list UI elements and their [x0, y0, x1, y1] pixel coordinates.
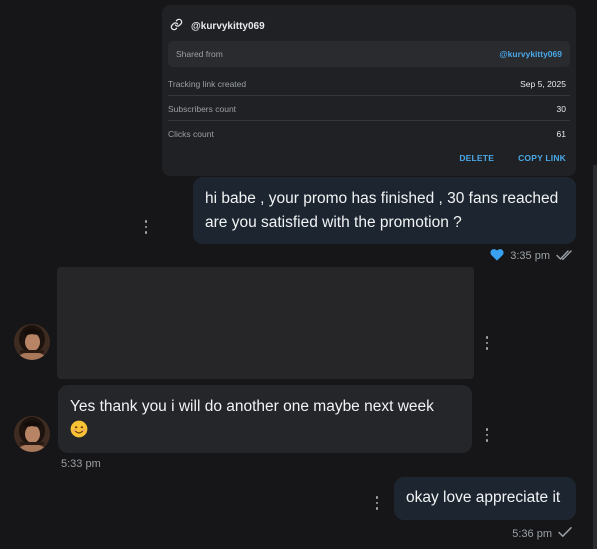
- message-options-icon[interactable]: [482, 336, 492, 350]
- outgoing-message-bubble[interactable]: okay love appreciate it: [394, 477, 576, 520]
- tracking-actions: DELETE COPY LINK: [459, 153, 566, 163]
- shared-from-value[interactable]: @kurvykitty069: [499, 49, 562, 59]
- shared-from-label: Shared from: [176, 49, 223, 59]
- heart-icon[interactable]: [490, 248, 504, 264]
- smile-emoji-icon: [70, 419, 460, 443]
- check-icon: [558, 526, 572, 541]
- tracking-link-header: @kurvykitty069: [170, 17, 265, 35]
- clicks-count-row: Clicks count 61: [168, 122, 570, 146]
- row-label: Clicks count: [168, 129, 214, 139]
- message-meta: 3:35 pm: [490, 248, 574, 264]
- copy-link-button[interactable]: COPY LINK: [518, 153, 566, 163]
- message-text-line: are you satisfied with the promotion ?: [205, 214, 462, 231]
- message-meta: 5:36 pm: [512, 526, 572, 541]
- media-message[interactable]: [57, 267, 474, 379]
- message-text: Yes thank you i will do another one mayb…: [70, 398, 434, 415]
- message-options-icon[interactable]: [372, 496, 382, 510]
- avatar[interactable]: [14, 416, 50, 452]
- row-value: 30: [556, 103, 566, 114]
- delete-button[interactable]: DELETE: [459, 153, 494, 163]
- row-label: Subscribers count: [168, 103, 237, 114]
- scrollbar[interactable]: [593, 165, 597, 549]
- message-time: 3:35 pm: [510, 250, 550, 262]
- outgoing-message-bubble[interactable]: hi babe , your promo has finished , 30 f…: [193, 177, 576, 244]
- chat-view: @kurvykitty069 Shared from @kurvykitty06…: [0, 0, 597, 549]
- message-meta: 5:33 pm: [61, 458, 101, 470]
- subscribers-count-row: Subscribers count 30: [168, 97, 570, 121]
- incoming-message-bubble[interactable]: Yes thank you i will do another one mayb…: [58, 385, 472, 453]
- tracking-created-row: Tracking link created Sep 5, 2025: [168, 72, 570, 96]
- tracking-username: @kurvykitty069: [191, 20, 265, 32]
- message-text: okay love appreciate it: [406, 489, 561, 506]
- message-options-icon[interactable]: [141, 220, 151, 234]
- row-value: Sep 5, 2025: [520, 78, 566, 89]
- shared-from-row: Shared from @kurvykitty069: [168, 41, 570, 67]
- tracking-link-card: @kurvykitty069 Shared from @kurvykitty06…: [162, 5, 576, 176]
- link-icon: [170, 18, 183, 34]
- message-time: 5:36 pm: [512, 527, 552, 540]
- message-time: 5:33 pm: [61, 458, 101, 470]
- double-check-icon: [556, 249, 574, 264]
- row-value: 61: [556, 129, 566, 139]
- message-options-icon[interactable]: [482, 428, 492, 442]
- avatar[interactable]: [14, 324, 50, 360]
- row-label: Tracking link created: [168, 78, 247, 89]
- message-text-line: hi babe , your promo has finished , 30 f…: [205, 190, 559, 207]
